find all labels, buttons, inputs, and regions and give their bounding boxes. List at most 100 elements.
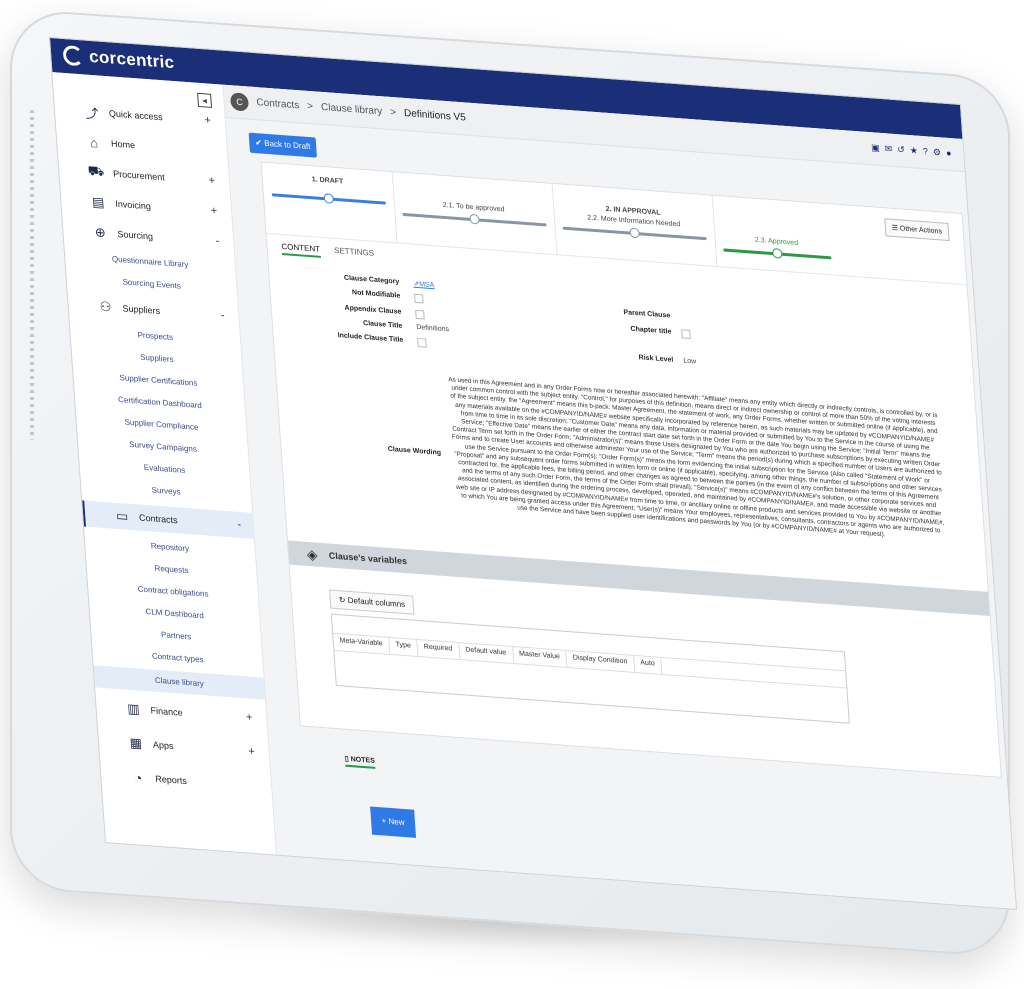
back-to-draft-label: Back to Draft	[263, 138, 311, 152]
sidebar-item-label: Sourcing	[117, 228, 154, 242]
column-header[interactable]: Default value	[458, 643, 514, 664]
other-actions-button[interactable]: ☰ Other Actions	[884, 218, 950, 242]
breadcrumb-current: Definitions V5	[403, 107, 467, 124]
include-clause-title-label: Include Clause Title	[337, 332, 404, 344]
collapse-toggle-icon[interactable]: -	[220, 310, 225, 322]
other-actions-label: Other Actions	[899, 225, 943, 236]
sidebar-item-label: Reports	[154, 773, 188, 787]
sidebar-subitem-surveys[interactable]: Surveys	[81, 480, 252, 502]
sidebar-item-label: Procurement	[112, 168, 166, 183]
sidebar-item-apps[interactable]: ▦ Apps +	[98, 728, 270, 767]
app-screen: corcentric ◂ ⤴ Quick access + ⌂ Home ⛟ P…	[50, 38, 1016, 909]
expand-toggle-icon[interactable]: +	[204, 114, 211, 127]
column-header[interactable]: Master Value	[512, 646, 568, 668]
collapse-toggle-icon[interactable]: -	[215, 235, 220, 247]
step-title: 1. DRAFT	[311, 176, 344, 186]
step-to-be-approved[interactable]: 2.1. To be approved	[391, 172, 558, 255]
sidebar-item-suppliers[interactable]: ⚇ Suppliers -	[68, 291, 240, 330]
clause-category-label: Clause Category	[343, 274, 400, 286]
expand-toggle-icon[interactable]: +	[210, 205, 217, 218]
help-icon[interactable]: ?	[923, 146, 929, 157]
sourcing-search-icon: ⊕	[94, 224, 107, 241]
sidebar-item-reports[interactable]: ◔ Reports	[100, 762, 272, 801]
step-draft[interactable]: 1. DRAFT	[261, 162, 398, 243]
user-icon[interactable]: ●	[946, 148, 952, 159]
sidebar-subitem-requests[interactable]: Requests	[86, 559, 257, 581]
dashboard-icon[interactable]: ▣	[871, 142, 880, 154]
sidebar-subitem-contract-obligations[interactable]: Contract obligations	[88, 581, 259, 603]
sidebar-subitem-supplier-certifications[interactable]: Supplier Certifications	[73, 370, 244, 392]
new-note-button[interactable]: + New	[370, 806, 417, 838]
step-approved[interactable]: 2.3. Approved	[712, 196, 841, 275]
breadcrumb-separator: >	[389, 106, 397, 119]
risk-level-label: Risk Level	[638, 354, 674, 364]
step-in-approval[interactable]: 2. IN APPROVAL 2.2. More Information Nee…	[551, 183, 718, 267]
sidebar-subitem-contract-types[interactable]: Contract types	[92, 647, 263, 669]
default-columns-button[interactable]: ↻ Default columns	[329, 589, 415, 615]
column-header[interactable]: Auto	[633, 655, 663, 674]
expand-toggle-icon[interactable]: +	[208, 175, 215, 188]
settings-gear-icon[interactable]: ⚙	[933, 147, 942, 159]
tab-settings[interactable]: SETTINGS	[334, 246, 375, 262]
sidebar-subitem-evaluations[interactable]: Evaluations	[79, 458, 250, 480]
workflow-stepper: 1. DRAFT 2.1. To be approved 2. IN APPRO…	[261, 162, 967, 286]
collapse-sidebar-icon[interactable]: ◂	[197, 92, 213, 108]
expand-toggle-icon[interactable]: +	[246, 711, 253, 724]
sidebar-subitem-suppliers[interactable]: Suppliers	[72, 348, 243, 370]
expand-toggle-icon[interactable]: +	[248, 746, 255, 759]
sidebar-item-finance[interactable]: ▥ Finance +	[96, 693, 268, 732]
avatar[interactable]: C	[229, 92, 250, 112]
breadcrumb: Contracts > Clause library > Definitions…	[256, 97, 466, 123]
sidebar-item-label: Apps	[152, 739, 174, 752]
sidebar-subitem-clm-dashboard[interactable]: CLM Dashboard	[89, 603, 260, 625]
step-check-icon	[323, 193, 335, 204]
include-clause-title-checkbox[interactable]	[417, 337, 427, 348]
sidebar-subitem-questionnaire-library[interactable]: Questionnaire Library	[65, 251, 236, 273]
risk-level-value: Low	[683, 357, 697, 366]
variables-grid: Meta-Variable Type Required Default valu…	[330, 613, 850, 724]
clause-category-value: MSA	[418, 281, 435, 290]
sidebar-subitem-survey-campaigns[interactable]: Survey Campaigns	[78, 436, 249, 458]
column-header[interactable]: Required	[417, 639, 460, 660]
column-header[interactable]: Type	[389, 637, 419, 657]
clause-panel: 1. DRAFT 2.1. To be approved 2. IN APPRO…	[260, 161, 1002, 838]
sidebar-subitem-sourcing-events[interactable]: Sourcing Events	[66, 273, 237, 295]
default-columns-label: Default columns	[347, 595, 406, 610]
home-icon: ⌂	[89, 134, 99, 151]
parent-clause-label: Parent Clause	[623, 309, 671, 320]
sidebar-item-label: Invoicing	[114, 198, 152, 212]
breadcrumb-clause-library[interactable]: Clause library	[321, 102, 383, 118]
clause-wording-text[interactable]: As used in this Agreement and in any Ord…	[448, 376, 947, 544]
brand-logo[interactable]: corcentric	[62, 44, 175, 73]
chapter-title-checkbox[interactable]	[681, 329, 691, 340]
clause-category-link[interactable]: ⇗MSA	[413, 280, 435, 290]
breadcrumb-contracts[interactable]: Contracts	[256, 97, 300, 111]
appendix-clause-checkbox[interactable]	[415, 309, 425, 320]
sidebar-subitem-repository[interactable]: Repository	[85, 537, 256, 559]
mail-icon[interactable]: ✉	[884, 143, 892, 155]
cart-icon: ⛟	[87, 162, 105, 180]
tab-content[interactable]: CONTENT	[281, 241, 321, 258]
sidebar-item-label: Contracts	[138, 512, 178, 526]
sidebar-subitem-prospects[interactable]: Prospects	[70, 325, 241, 347]
finance-chart-icon: ▥	[126, 700, 141, 717]
tab-notes[interactable]: ▯ NOTES	[344, 754, 376, 769]
back-to-draft-button[interactable]: ✔ Back to Draft	[248, 132, 318, 158]
logo-icon	[62, 44, 84, 67]
sidebar-item-contracts[interactable]: ▭ Contracts -	[82, 500, 256, 540]
appendix-clause-label: Appendix Clause	[344, 304, 402, 316]
column-header[interactable]: Meta-Variable	[333, 633, 391, 654]
sidebar-subitem-certification-dashboard[interactable]: Certification Dashboard	[75, 392, 246, 414]
star-icon[interactable]: ★	[909, 145, 918, 157]
history-icon[interactable]: ↺	[897, 144, 905, 156]
collapse-toggle-icon[interactable]: -	[237, 519, 242, 531]
sidebar-subitem-supplier-compliance[interactable]: Supplier Compliance	[76, 414, 247, 436]
not-modifiable-checkbox[interactable]	[414, 293, 424, 304]
column-header[interactable]: Display Condition	[566, 650, 636, 672]
main-content: C Contracts > Clause library > Definitio…	[223, 84, 1016, 909]
not-modifiable-label: Not Modifiable	[351, 289, 401, 300]
invoice-icon: ▤	[91, 194, 105, 211]
sidebar-subitem-partners[interactable]: Partners	[91, 625, 262, 647]
suppliers-icon: ⚇	[99, 298, 112, 315]
step-status-icon	[771, 248, 783, 259]
